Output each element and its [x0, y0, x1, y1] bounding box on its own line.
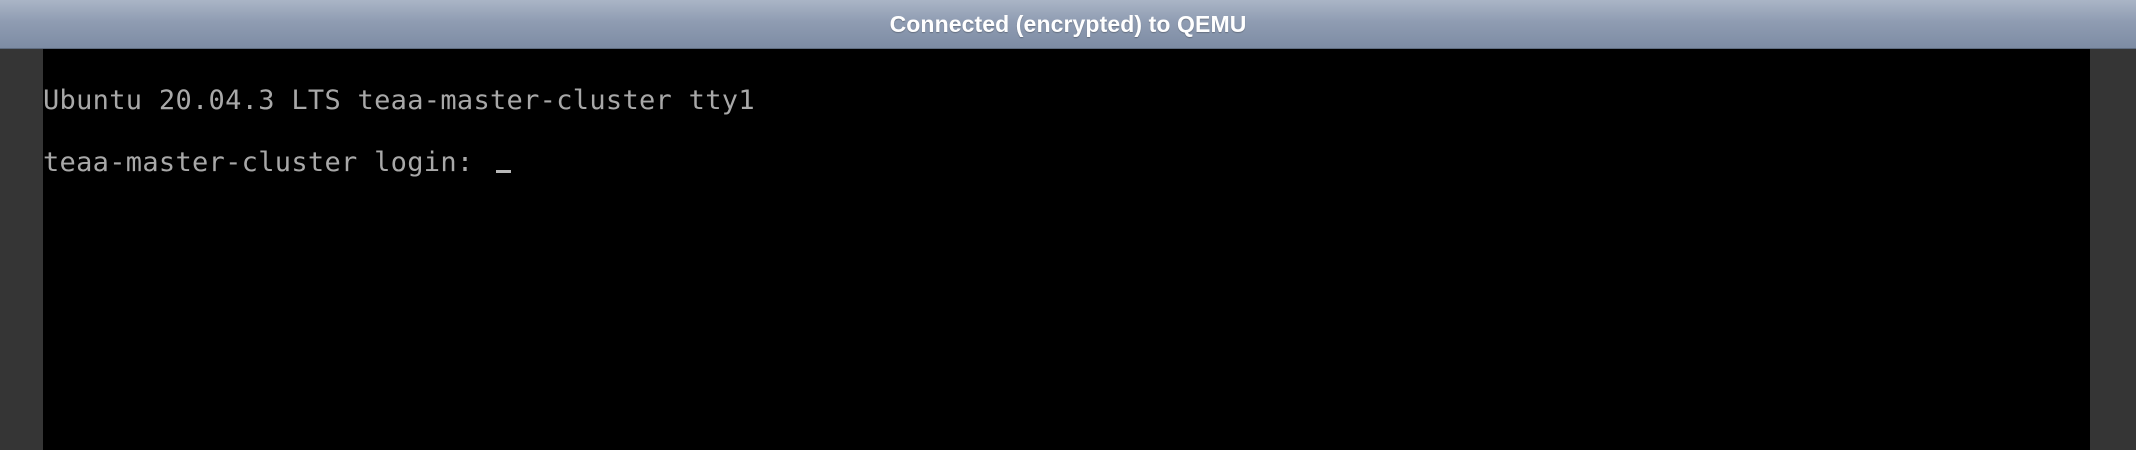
- window-titlebar[interactable]: Connected (encrypted) to QEMU: [0, 0, 2136, 49]
- window-title: Connected (encrypted) to QEMU: [889, 10, 1247, 37]
- console-banner-line: Ubuntu 20.04.3 LTS teaa-master-cluster t…: [43, 87, 755, 114]
- vnc-viewer-window: Connected (encrypted) to QEMU Ubuntu 20.…: [0, 0, 2136, 450]
- text-cursor: [496, 170, 511, 173]
- console-screen[interactable]: Ubuntu 20.04.3 LTS teaa-master-cluster t…: [43, 49, 2090, 450]
- login-prompt: teaa-master-cluster login:: [43, 147, 490, 178]
- left-frame: [0, 49, 43, 450]
- os-banner: Ubuntu 20.04.3 LTS teaa-master-cluster t…: [43, 85, 755, 116]
- console-login-line[interactable]: teaa-master-cluster login:: [43, 149, 511, 176]
- right-frame: [2090, 49, 2136, 450]
